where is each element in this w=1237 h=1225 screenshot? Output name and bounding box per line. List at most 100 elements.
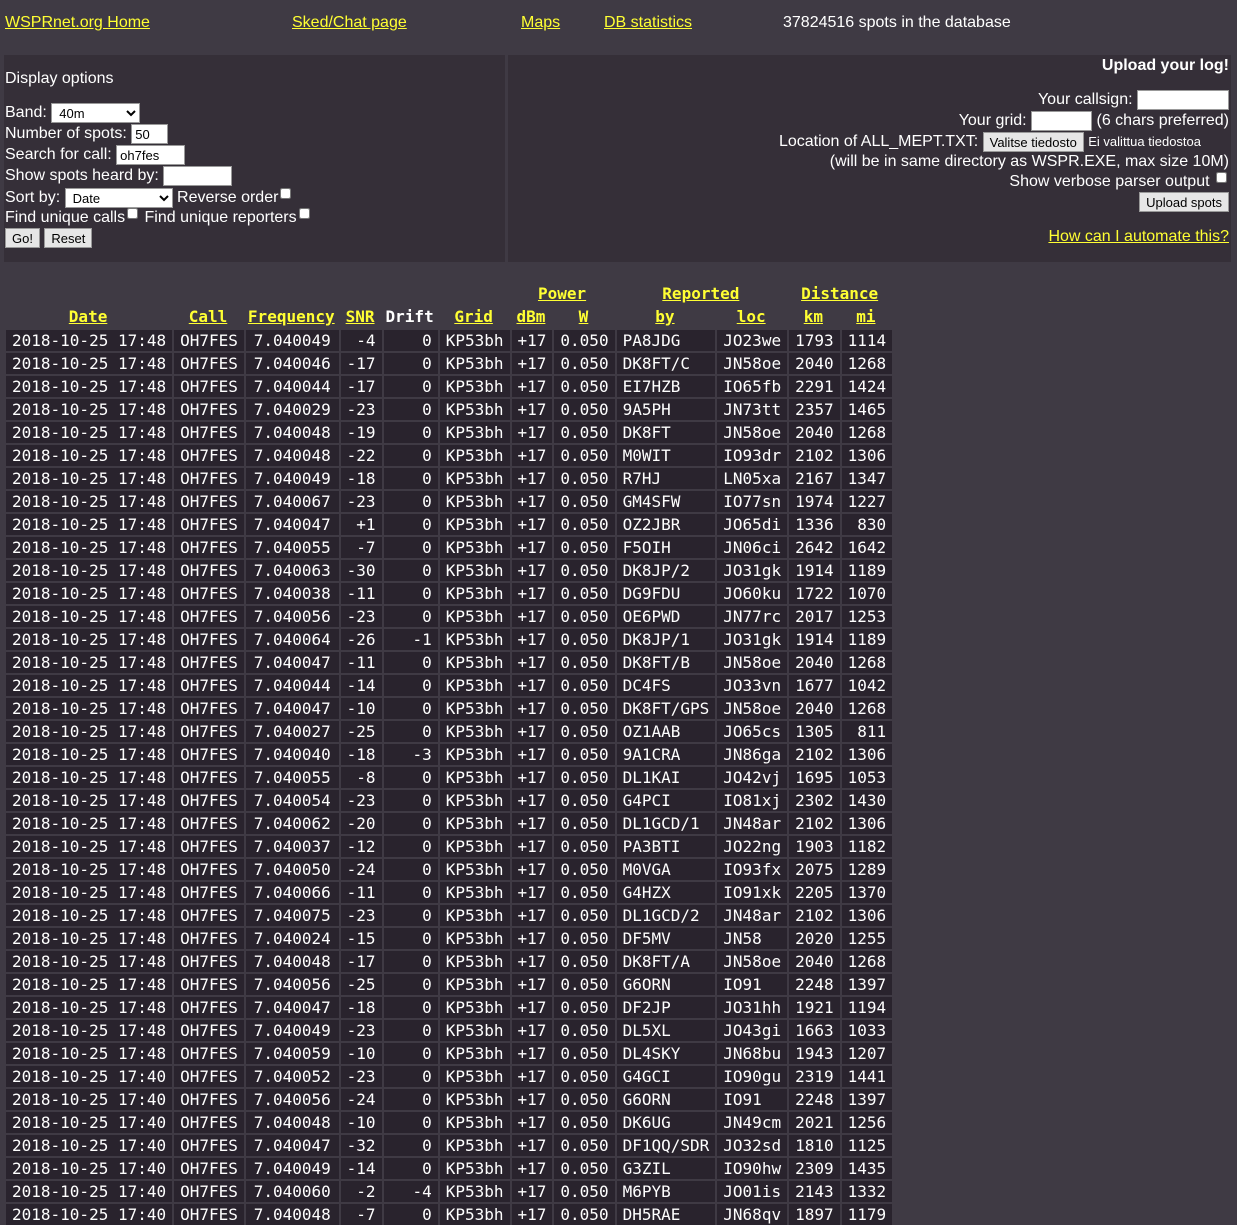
- grid-input[interactable]: [1031, 111, 1093, 131]
- grid-header[interactable]: Grid: [454, 307, 493, 326]
- power-header[interactable]: Power: [538, 284, 586, 303]
- km-cell: 2040: [787, 650, 840, 673]
- call-cell: OH7FES: [172, 351, 244, 374]
- grid-cell: KP53bh: [437, 581, 510, 604]
- unique-calls-checkbox[interactable]: [127, 208, 139, 219]
- reported-header[interactable]: Reported: [662, 284, 739, 303]
- snr-cell: -20: [338, 811, 382, 834]
- reporter-header[interactable]: by: [655, 307, 674, 326]
- frequency-cell: 7.040048: [243, 1110, 339, 1133]
- sked-chat-link[interactable]: Sked/Chat page: [292, 14, 407, 32]
- call-cell: OH7FES: [172, 535, 244, 558]
- frequency-header[interactable]: Frequency: [248, 307, 335, 326]
- verbose-checkbox[interactable]: [1216, 172, 1227, 183]
- header-group-row: Power Reported Distance: [4, 282, 892, 305]
- date-header[interactable]: Date: [69, 307, 108, 326]
- snr-cell: -2: [338, 1179, 382, 1202]
- drift-cell: -4: [381, 1179, 438, 1202]
- heard-by-input[interactable]: [163, 166, 233, 186]
- km-cell: 1336: [787, 512, 840, 535]
- mi-cell: 1268: [839, 351, 893, 374]
- frequency-cell: 7.040048: [243, 1202, 339, 1225]
- automate-link[interactable]: How can I automate this?: [1048, 228, 1229, 245]
- table-row: 2018-10-25 17:40 OH7FES 7.040047 -32 0 KP53bh…: [4, 1133, 893, 1156]
- mi-header[interactable]: mi: [856, 307, 875, 326]
- date-cell: 2018-10-25 17:48: [4, 765, 173, 788]
- reporter-cell: DF2JP: [614, 995, 716, 1018]
- mi-cell: 1306: [839, 742, 893, 765]
- snr-cell: -17: [338, 374, 382, 397]
- db-statistics-link[interactable]: DB statistics: [604, 14, 692, 32]
- date-cell: 2018-10-25 17:40: [4, 1156, 173, 1179]
- drift-cell: 0: [381, 351, 438, 374]
- call-cell: OH7FES: [172, 673, 244, 696]
- km-header[interactable]: km: [804, 307, 823, 326]
- table-row: 2018-10-25 17:40 OH7FES 7.040048 -10 0 KP53bh…: [4, 1110, 893, 1133]
- km-cell: 2075: [787, 857, 840, 880]
- dbm-cell: +17: [509, 834, 553, 857]
- grid-cell: KP53bh: [437, 535, 510, 558]
- table-row: 2018-10-25 17:48 OH7FES 7.040048 -19 0 KP53bh…: [4, 420, 893, 443]
- table-row: 2018-10-25 17:48 OH7FES 7.040037 -12 0 KP53bh…: [4, 834, 893, 857]
- dbm-cell: +17: [509, 903, 553, 926]
- frequency-cell: 7.040056: [243, 604, 339, 627]
- reporter-cell: DK8JP/1: [614, 627, 716, 650]
- watts-cell: 0.050: [552, 765, 615, 788]
- mi-cell: 1642: [839, 535, 893, 558]
- distance-header[interactable]: Distance: [801, 284, 878, 303]
- reset-button[interactable]: Reset: [44, 228, 93, 248]
- dbm-cell: +17: [509, 328, 553, 351]
- mi-cell: 1435: [839, 1156, 893, 1179]
- mi-cell: 1441: [839, 1064, 893, 1087]
- mi-cell: 1347: [839, 466, 893, 489]
- snr-cell: -15: [338, 926, 382, 949]
- call-cell: OH7FES: [172, 1041, 244, 1064]
- drift-cell: 0: [381, 811, 438, 834]
- reporter-loc-header[interactable]: loc: [737, 307, 766, 326]
- reverse-order-checkbox[interactable]: [280, 188, 292, 199]
- km-cell: 2020: [787, 926, 840, 949]
- unique-calls-label: Find unique calls: [5, 209, 126, 226]
- frequency-cell: 7.040046: [243, 351, 339, 374]
- table-row: 2018-10-25 17:48 OH7FES 7.040059 -10 0 KP53bh…: [4, 1041, 893, 1064]
- dbm-cell: +17: [509, 581, 553, 604]
- dbm-cell: +17: [509, 880, 553, 903]
- drift-cell: 0: [381, 972, 438, 995]
- watts-header[interactable]: W: [579, 307, 589, 326]
- frequency-cell: 7.040049: [243, 1156, 339, 1179]
- action-buttons: Go! Reset: [5, 228, 93, 248]
- unique-reporters-checkbox[interactable]: [298, 208, 310, 219]
- grid-cell: KP53bh: [437, 512, 510, 535]
- snr-header[interactable]: SNR: [346, 307, 375, 326]
- reporter-cell: G3ZIL: [614, 1156, 716, 1179]
- home-link[interactable]: WSPRnet.org Home: [5, 14, 150, 32]
- reporter-cell: DH5RAE: [614, 1202, 716, 1225]
- dbm-cell: +17: [509, 926, 553, 949]
- table-row: 2018-10-25 17:40 OH7FES 7.040049 -14 0 KP53bh…: [4, 1156, 893, 1179]
- num-spots-label: Number of spots:: [5, 125, 127, 143]
- date-cell: 2018-10-25 17:48: [4, 926, 173, 949]
- choose-file-button[interactable]: Valitse tiedosto: [982, 132, 1084, 152]
- reporter-cell: PA3BTI: [614, 834, 716, 857]
- dbm-header[interactable]: dBm: [517, 307, 546, 326]
- call-header[interactable]: Call: [189, 307, 228, 326]
- grid-cell: KP53bh: [437, 397, 510, 420]
- watts-cell: 0.050: [552, 880, 615, 903]
- frequency-cell: 7.040037: [243, 834, 339, 857]
- call-cell: OH7FES: [172, 972, 244, 995]
- watts-cell: 0.050: [552, 604, 615, 627]
- band-select[interactable]: 40m: [51, 103, 141, 123]
- num-spots-input[interactable]: [131, 124, 169, 144]
- upload-spots-button[interactable]: Upload spots: [1139, 192, 1229, 212]
- date-cell: 2018-10-25 17:40: [4, 1110, 173, 1133]
- grid-cell: KP53bh: [437, 604, 510, 627]
- dbm-cell: +17: [509, 1041, 553, 1064]
- maps-link[interactable]: Maps: [521, 14, 560, 32]
- frequency-cell: 7.040040: [243, 742, 339, 765]
- sort-select[interactable]: Date: [64, 188, 173, 208]
- go-button[interactable]: Go!: [5, 228, 40, 248]
- reporter-cell: R7HJ: [614, 466, 716, 489]
- km-cell: 2040: [787, 949, 840, 972]
- callsign-input[interactable]: [1137, 90, 1229, 110]
- search-call-input[interactable]: [116, 145, 186, 165]
